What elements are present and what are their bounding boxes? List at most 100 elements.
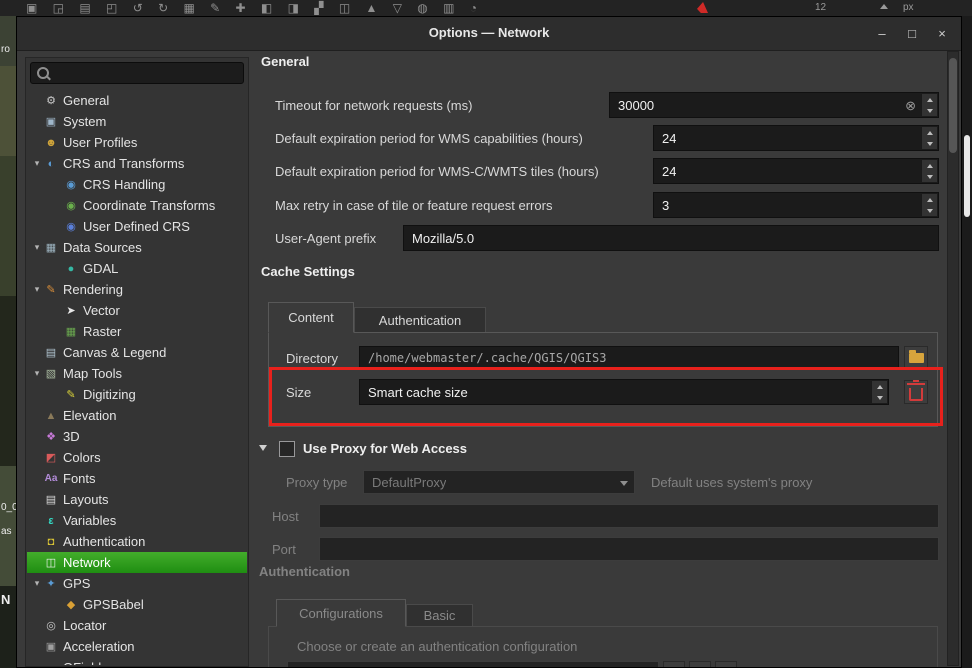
sidebar-item-authentication[interactable]: ◘ Authentication: [27, 531, 247, 552]
sidebar-item-map-tools[interactable]: ▾▧Map Tools: [27, 363, 247, 384]
toolbar-icons: ▣ ◲ ▤ ◰ ↺ ↻ ▦ ✎ ✚ ◧ ◨ ▞ ◫ ▲ ▽ ◍ ▥ ◔: [26, 1, 483, 15]
qfield-icon: ●: [43, 662, 59, 666]
sidebar-item-canvas-legend[interactable]: ▤Canvas & Legend: [27, 342, 247, 363]
sidebar-item-crs-and-transforms[interactable]: ▾◐CRS and Transforms: [27, 153, 247, 174]
sidebar-item-label: GPSBabel: [83, 597, 144, 612]
sidebar-item-elevation[interactable]: ▲Elevation: [27, 405, 247, 426]
spinner-buttons[interactable]: [921, 94, 937, 116]
sidebar-item-label: Locator: [63, 618, 106, 633]
sidebar-item-rendering[interactable]: ▾✎Rendering: [27, 279, 247, 300]
sidebar-item-locator[interactable]: ◎Locator: [27, 615, 247, 636]
tab-basic: Basic: [406, 604, 473, 627]
sidebar-item-colors[interactable]: ◩Colors: [27, 447, 247, 468]
minimize-button[interactable]: –: [867, 17, 897, 50]
window-scrollbar-handle[interactable]: [964, 135, 970, 217]
toolbar-unit: px: [903, 2, 914, 13]
sidebar-item-general[interactable]: ⚙General: [27, 90, 247, 111]
map-label-fragment: N: [1, 592, 10, 607]
tab-cache-content[interactable]: Content: [268, 302, 354, 333]
spinner-buttons[interactable]: [871, 381, 887, 403]
sidebar-item-fonts[interactable]: AaFonts: [27, 468, 247, 489]
max-retry-input[interactable]: 3: [653, 192, 939, 218]
sidebar-item-gpsbabel[interactable]: ◆GPSBabel: [27, 594, 247, 615]
directory-input[interactable]: /home/webmaster/.cache/QGIS/QGIS3: [359, 346, 899, 370]
sidebar-item-gdal[interactable]: ●GDAL: [27, 258, 247, 279]
sidebar-item-label: GDAL: [83, 261, 118, 276]
collapse-arrow-icon[interactable]: ▾: [31, 158, 43, 169]
collapse-arrow-icon[interactable]: ▾: [31, 242, 43, 253]
sidebar-item-data-sources[interactable]: ▾▦Data Sources: [27, 237, 247, 258]
sidebar-item-coordinate-transforms[interactable]: ◉Coordinate Transforms: [27, 195, 247, 216]
variables-icon: ε: [43, 515, 59, 527]
crs-icon: ◉: [63, 220, 79, 233]
sidebar-item-3d[interactable]: ❖3D: [27, 426, 247, 447]
lock-icon: ◘: [43, 536, 59, 548]
sidebar-item-label: Network: [63, 555, 111, 570]
sidebar-item-gps[interactable]: ▾✦GPS: [27, 573, 247, 594]
close-button[interactable]: ×: [927, 17, 957, 50]
spinner-buttons[interactable]: [921, 194, 937, 216]
map-label-fragment: 0_0: [1, 502, 16, 513]
wmts-expiration-input[interactable]: 24: [653, 158, 939, 184]
clear-icon[interactable]: ⊗: [905, 98, 916, 114]
sidebar-item-user-defined-crs[interactable]: ◉ User Defined CRS: [27, 216, 247, 237]
fonts-icon: Aa: [43, 473, 59, 484]
size-value: Smart cache size: [360, 385, 468, 400]
sidebar-item-label: User Profiles: [63, 135, 137, 150]
sidebar-item-label: Elevation: [63, 408, 116, 423]
collapse-arrow-icon[interactable]: ▾: [31, 284, 43, 295]
proxy-note: Default uses system's proxy: [651, 475, 812, 490]
spinner-buttons[interactable]: [921, 127, 937, 149]
browse-folder-button[interactable]: [904, 346, 928, 370]
sidebar-item-variables[interactable]: εVariables: [27, 510, 247, 531]
tab-cache-authentication[interactable]: Authentication: [354, 307, 486, 333]
sidebar-item-label: Authentication: [63, 534, 145, 549]
sidebar-item-label: CRS Handling: [83, 177, 165, 192]
scrollbar-handle[interactable]: [949, 58, 957, 153]
trash-icon: [909, 388, 923, 401]
sidebar-item-label: General: [63, 93, 109, 108]
sidebar-item-crs-handling[interactable]: ◉CRS Handling: [27, 174, 247, 195]
map-tools-icon: ▧: [43, 367, 59, 380]
sidebar-item-vector[interactable]: ➤Vector: [27, 300, 247, 321]
right-edge-sliver: [962, 16, 972, 668]
screen: ▣ ◲ ▤ ◰ ↺ ↻ ▦ ✎ ✚ ◧ ◨ ▞ ◫ ▲ ▽ ◍ ▥ ◔ 12 p…: [0, 0, 972, 668]
sidebar-item-qfield[interactable]: ● QField: [27, 657, 247, 665]
sidebar-item-label: Rendering: [63, 282, 123, 297]
spinner-buttons[interactable]: [921, 160, 937, 182]
sidebar-item-system[interactable]: ▣System: [27, 111, 247, 132]
use-proxy-checkbox[interactable]: [279, 441, 295, 457]
sidebar-search[interactable]: [30, 62, 244, 84]
options-dialog: Options — Network – □ × ⚙General ▣System…: [16, 16, 962, 668]
sidebar-item-label: Acceleration: [63, 639, 135, 654]
dialog-titlebar[interactable]: Options — Network – □ ×: [17, 17, 961, 51]
size-combobox[interactable]: Smart cache size: [359, 379, 889, 405]
proxy-collapse-arrow-icon[interactable]: [259, 445, 267, 451]
user-icon: ☻: [43, 137, 59, 149]
sidebar-item-label: QField: [63, 660, 101, 665]
collapse-arrow-icon[interactable]: ▾: [31, 578, 43, 589]
clear-cache-button[interactable]: [904, 380, 928, 404]
content-scrollbar[interactable]: [947, 51, 959, 666]
wms-expiration-input[interactable]: 24: [653, 125, 939, 151]
sidebar-item-label: System: [63, 114, 106, 129]
chevron-down-icon: [620, 481, 628, 486]
sidebar-item-user-profiles[interactable]: ☻ User Profiles: [27, 132, 247, 153]
red-logo-icon: [697, 2, 708, 13]
sidebar-item-label: User Defined CRS: [83, 219, 190, 234]
sidebar-item-raster[interactable]: ▦Raster: [27, 321, 247, 342]
timeout-input[interactable]: 30000 ⊗: [609, 92, 939, 118]
maximize-button[interactable]: □: [897, 17, 927, 50]
search-input[interactable]: [55, 65, 209, 81]
user-agent-input[interactable]: Mozilla/5.0: [403, 225, 939, 251]
palette-icon: ◩: [43, 451, 59, 464]
map-block: [0, 156, 16, 296]
map-block: [0, 296, 16, 466]
canvas-legend-icon: ▤: [43, 346, 59, 359]
sidebar-item-digitizing[interactable]: ✎Digitizing: [27, 384, 247, 405]
sidebar-item-network[interactable]: ◫Network: [27, 552, 247, 573]
gps-icon: ✦: [43, 577, 59, 590]
collapse-arrow-icon[interactable]: ▾: [31, 368, 43, 379]
sidebar-item-layouts[interactable]: ▤Layouts: [27, 489, 247, 510]
sidebar-item-acceleration[interactable]: ▣Acceleration: [27, 636, 247, 657]
